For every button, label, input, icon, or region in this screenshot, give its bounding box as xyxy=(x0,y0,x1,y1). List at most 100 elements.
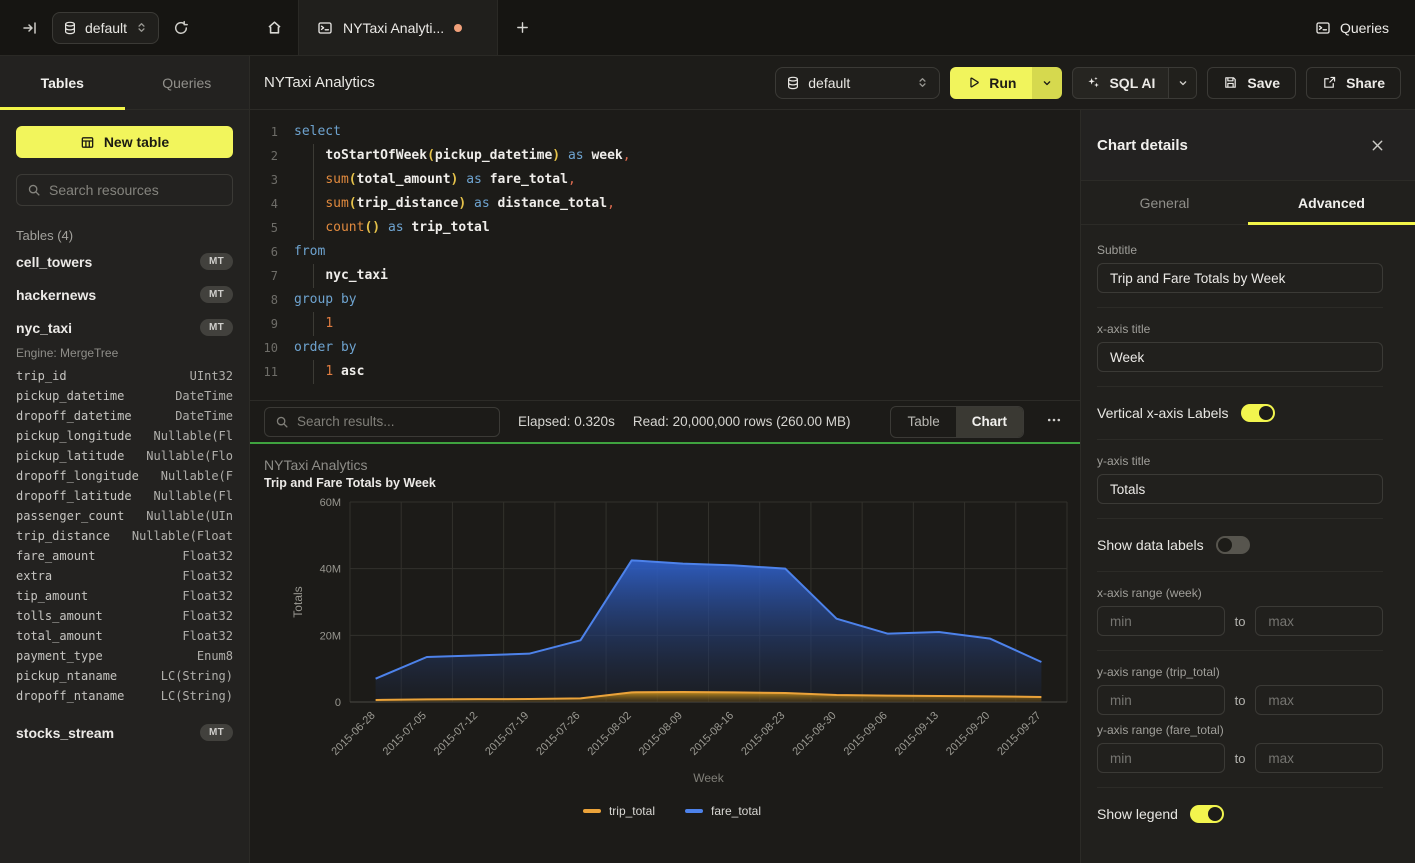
results-toolbar: Elapsed: 0.320s Read: 20,000,000 rows (2… xyxy=(250,400,1080,444)
view-toggle: Table Chart xyxy=(890,406,1024,438)
more-options-button[interactable] xyxy=(1042,408,1066,435)
x-axis-range-min-input[interactable] xyxy=(1097,606,1225,636)
y-axis-title-input[interactable] xyxy=(1097,474,1383,504)
table-row-stocks_stream[interactable]: stocks_streamMT xyxy=(16,716,233,749)
results-search xyxy=(264,407,500,437)
column-type: DateTime xyxy=(175,386,233,406)
range-to-label: to xyxy=(1235,693,1246,708)
column-row: fare_amountFloat32 xyxy=(16,546,233,566)
legend-swatch xyxy=(583,809,601,813)
column-type: Nullable(F xyxy=(161,466,233,486)
code-line: 3 sum(total_amount) as fare_total, xyxy=(250,168,1080,192)
svg-text:2015-07-05: 2015-07-05 xyxy=(381,710,429,758)
data-labels-toggle[interactable] xyxy=(1216,536,1250,554)
show-legend-toggle[interactable] xyxy=(1190,805,1224,823)
play-icon xyxy=(966,75,981,90)
divider xyxy=(1097,307,1383,308)
legend-item-trip_total[interactable]: trip_total xyxy=(583,804,655,818)
code-text: toStartOfWeek(pickup_datetime) as week, xyxy=(294,144,1080,168)
y-axis-range-trip-max-input[interactable] xyxy=(1255,685,1383,715)
view-toggle-chart[interactable]: Chart xyxy=(956,407,1023,437)
share-button[interactable]: Share xyxy=(1306,67,1401,99)
sql-ai-button[interactable]: SQL AI xyxy=(1073,68,1168,98)
panel-tab-general[interactable]: General xyxy=(1081,181,1248,224)
sidebar-tab-tables[interactable]: Tables xyxy=(0,56,125,109)
sql-editor[interactable]: 1select2 toStartOfWeek(pickup_datetime) … xyxy=(250,110,1080,400)
x-axis-title-label: x-axis title xyxy=(1097,322,1383,336)
code-line: 5 count() as trip_total xyxy=(250,216,1080,240)
y-axis-range-fare-min-input[interactable] xyxy=(1097,743,1225,773)
svg-text:2015-08-16: 2015-08-16 xyxy=(688,710,736,758)
svg-text:2015-07-19: 2015-07-19 xyxy=(483,710,531,758)
column-name: dropoff_ntaname xyxy=(16,686,124,706)
legend-item-fare_total[interactable]: fare_total xyxy=(685,804,761,818)
run-options-button[interactable] xyxy=(1032,67,1062,99)
column-name: extra xyxy=(16,566,52,586)
chevron-down-icon xyxy=(1177,77,1189,89)
x-axis-range-max-input[interactable] xyxy=(1255,606,1383,636)
line-number: 1 xyxy=(250,120,278,144)
code-text: order by xyxy=(294,336,1080,360)
queries-button[interactable]: Queries xyxy=(1303,0,1415,55)
run-button[interactable]: Run xyxy=(950,67,1032,99)
indent-guide xyxy=(313,144,314,168)
line-number: 11 xyxy=(250,360,278,384)
sparkles-icon xyxy=(1086,75,1101,90)
database-selector[interactable]: default xyxy=(52,12,159,44)
show-legend-row: Show legend xyxy=(1097,802,1383,826)
column-row: tolls_amountFloat32 xyxy=(16,606,233,626)
vertical-labels-row: Vertical x-axis Labels xyxy=(1097,401,1383,425)
column-row: total_amountFloat32 xyxy=(16,626,233,646)
search-results-input[interactable] xyxy=(297,414,489,429)
refresh-button[interactable] xyxy=(169,16,193,40)
main-and-panel: NYTaxi Analytics default xyxy=(250,56,1415,863)
subtitle-field-group: Subtitle xyxy=(1097,243,1383,293)
code-line: 11 1 asc xyxy=(250,360,1080,384)
collapse-sidebar-button[interactable] xyxy=(18,16,42,40)
y-axis-range-fare-max-input[interactable] xyxy=(1255,743,1383,773)
close-icon xyxy=(1370,138,1385,153)
table-name: stocks_stream xyxy=(16,725,114,741)
vertical-labels-toggle[interactable] xyxy=(1241,404,1275,422)
line-number: 3 xyxy=(250,168,278,192)
table-row-hackernews[interactable]: hackernewsMT xyxy=(16,278,233,311)
column-type: LC(String) xyxy=(161,666,233,686)
code-line: 7 nyc_taxi xyxy=(250,264,1080,288)
sidebar-tab-queries[interactable]: Queries xyxy=(125,56,250,109)
tab-strip: NYTaxi Analyti... xyxy=(250,0,1303,55)
sql-ai-options-button[interactable] xyxy=(1168,68,1196,98)
table-row-cell_towers[interactable]: cell_towersMT xyxy=(16,245,233,278)
chevron-updown-icon xyxy=(135,21,148,34)
sidebar-tabs: Tables Queries xyxy=(0,56,249,110)
column-type: UInt32 xyxy=(190,366,233,386)
view-toggle-table[interactable]: Table xyxy=(891,407,955,437)
sidebar-search xyxy=(16,174,233,206)
search-icon xyxy=(275,415,289,429)
columns-list: trip_idUInt32pickup_datetimeDateTimedrop… xyxy=(16,366,233,706)
save-button[interactable]: Save xyxy=(1207,67,1296,99)
column-type: DateTime xyxy=(175,406,233,426)
home-button[interactable] xyxy=(250,0,298,55)
new-table-button[interactable]: New table xyxy=(16,126,233,158)
search-resources-input[interactable] xyxy=(49,182,222,198)
x-axis-title-input[interactable] xyxy=(1097,342,1383,372)
code-text: group by xyxy=(294,288,1080,312)
close-panel-button[interactable] xyxy=(1366,134,1389,157)
svg-text:20M: 20M xyxy=(320,630,341,642)
subtitle-input[interactable] xyxy=(1097,263,1383,293)
column-name: tolls_amount xyxy=(16,606,103,626)
divider xyxy=(1097,650,1383,651)
panel-tab-advanced[interactable]: Advanced xyxy=(1248,181,1415,224)
table-row-nyc_taxi[interactable]: nyc_taxiMT xyxy=(16,311,233,344)
column-row: dropoff_ntanameLC(String) xyxy=(16,686,233,706)
query-tab[interactable]: NYTaxi Analyti... xyxy=(298,0,498,55)
y-axis-range-trip-min-input[interactable] xyxy=(1097,685,1225,715)
query-database-selector[interactable]: default xyxy=(775,67,940,99)
indent-guide xyxy=(313,360,314,384)
svg-text:2015-07-26: 2015-07-26 xyxy=(534,710,582,758)
column-name: fare_amount xyxy=(16,546,95,566)
code-text: select xyxy=(294,120,1080,144)
column-row: payment_typeEnum8 xyxy=(16,646,233,666)
search-icon xyxy=(27,183,41,197)
new-tab-button[interactable] xyxy=(498,0,546,55)
